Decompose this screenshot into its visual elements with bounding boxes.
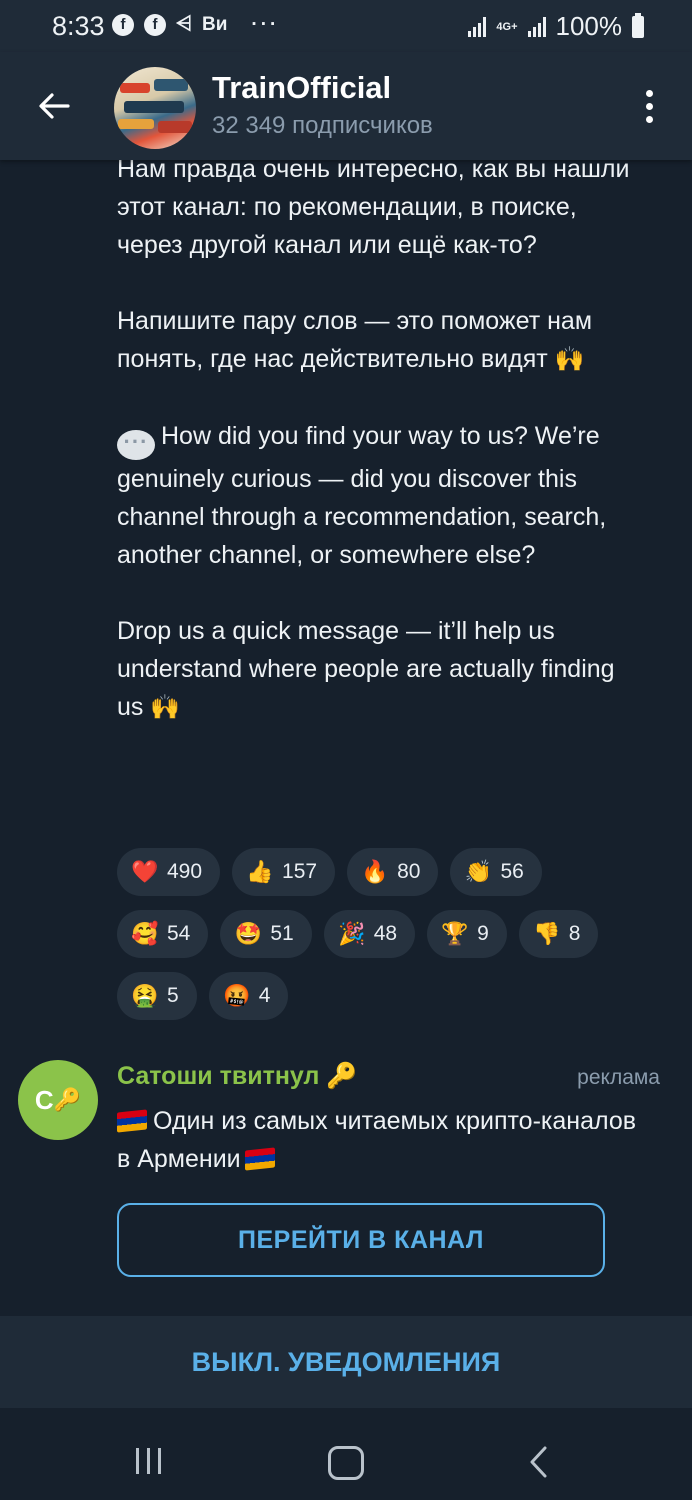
channel-title: TrainOfficial [212, 70, 392, 105]
thumbs-up-icon: 👍 [246, 859, 274, 884]
reaction-thumbs-up[interactable]: 👍 157 [232, 848, 336, 896]
post-text-en-1: ··· How did you find your way to us? We’r… [117, 422, 607, 569]
network-type: 4G+ [496, 20, 518, 33]
sponsor-avatar[interactable]: С 🔑 [18, 1060, 98, 1140]
reaction-vomiting[interactable]: 🤮 5 [117, 972, 197, 1020]
sponsor-text: Один из самых читаемых крипто-каналов в … [117, 1107, 637, 1173]
notification-icons: f f ⩤ Ви ··· [112, 13, 279, 36]
facebook-icon: f [144, 13, 166, 36]
status-bar: 8:33 f f ⩤ Ви ··· 4G+ 100% [0, 0, 692, 52]
channel-post: Нам правда очень интересно, как вы нашли… [117, 150, 637, 727]
subscriber-count: 32 349 подписчиков [212, 112, 433, 139]
speech-bubble-icon: ··· [117, 430, 155, 460]
signal-icon [468, 16, 487, 37]
rss-icon: ⩤ [176, 13, 192, 35]
trophy-icon: 🏆 [441, 921, 469, 946]
reaction-smiling-hearts[interactable]: 🥰 54 [117, 910, 209, 958]
armenia-flag-icon [117, 1109, 147, 1133]
vk-icon: Ви [202, 13, 228, 35]
smiling-hearts-icon: 🥰 [131, 921, 159, 946]
mute-notifications-button[interactable]: ВЫКЛ. УВЕДОМЛЕНИЯ [0, 1316, 692, 1408]
go-to-channel-button[interactable]: ПЕРЕЙТИ В КАНАЛ [117, 1203, 605, 1277]
reaction-thumbs-down[interactable]: 👎 8 [518, 910, 599, 958]
battery-icon [632, 12, 644, 38]
post-text-ru-2: Напишите пару слов — это поможет нам пон… [117, 307, 593, 373]
nav-back-icon[interactable] [526, 1444, 550, 1480]
reaction-clap[interactable]: 👏 56 [450, 848, 542, 896]
reaction-star-struck[interactable]: 🤩 51 [220, 910, 312, 958]
recent-apps-icon[interactable] [136, 1448, 161, 1474]
battery-percent: 100% [555, 11, 623, 41]
key-icon: 🔑 [53, 1087, 82, 1112]
chat-header: TrainOfficial 32 349 подписчиков [0, 52, 692, 160]
channel-avatar[interactable] [114, 67, 196, 149]
reaction-fire[interactable]: 🔥 80 [347, 848, 439, 896]
back-arrow-icon[interactable] [36, 88, 72, 124]
reactions: ❤️ 490 👍 157 🔥 80 👏 56 🥰 54 🤩 51 🎉 48 🏆 9 👎 8 🤮 5 … [117, 848, 637, 1034]
system-indicators: 4G+ 100% [468, 11, 644, 42]
reaction-heart[interactable]: ❤️ 490 [117, 848, 221, 896]
signal-icon [527, 16, 546, 37]
vomiting-face-icon: 🤮 [131, 983, 159, 1008]
clap-icon: 👏 [464, 859, 493, 884]
reaction-trophy[interactable]: 🏆 9 [427, 910, 507, 958]
post-text-ru-1: Нам правда очень интересно, как вы нашли… [117, 155, 630, 259]
reaction-cursing[interactable]: 🤬 4 [208, 972, 289, 1020]
home-icon[interactable] [328, 1446, 364, 1480]
heart-icon: ❤️ [131, 859, 159, 884]
post-text-en-2: Drop us a quick message — it’ll help us … [117, 617, 615, 721]
more-notifications-icon: ··· [251, 13, 280, 35]
ad-label[interactable]: реклама [577, 1066, 660, 1090]
status-time: 8:33 [52, 11, 105, 41]
thumbs-down-icon: 👎 [533, 921, 561, 946]
system-nav-bar [0, 1408, 692, 1500]
more-options-icon[interactable] [646, 90, 654, 129]
raising-hands-icon: 🙌 [150, 694, 181, 721]
sponsor-title[interactable]: Сатоши твитнул 🔑 [117, 1062, 357, 1091]
party-popper-icon: 🎉 [338, 921, 366, 946]
armenia-flag-icon [244, 1147, 275, 1171]
facebook-icon: f [112, 13, 134, 36]
raising-hands-icon: 🙌 [554, 346, 585, 373]
star-struck-icon: 🤩 [234, 921, 263, 946]
fire-icon: 🔥 [361, 859, 389, 884]
cursing-face-icon: 🤬 [222, 983, 251, 1008]
reaction-party-popper[interactable]: 🎉 48 [323, 910, 416, 958]
